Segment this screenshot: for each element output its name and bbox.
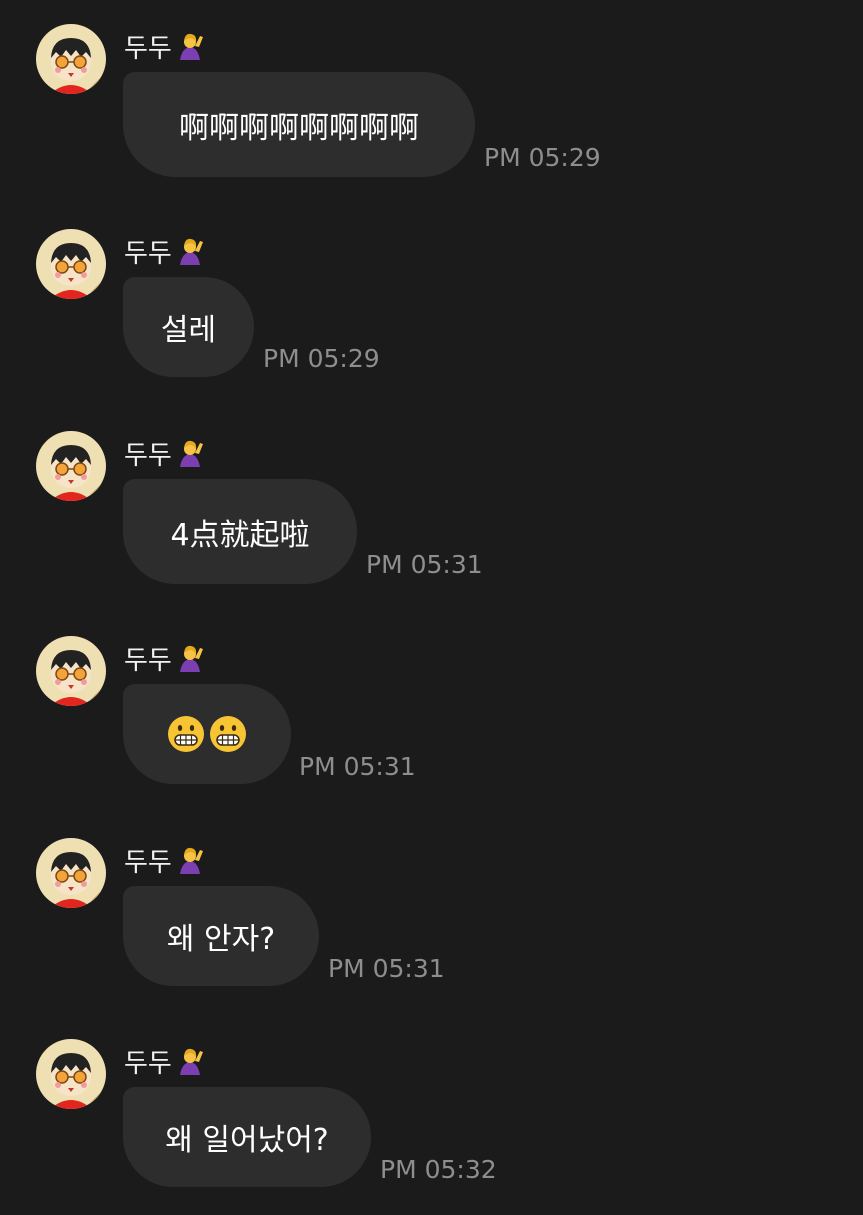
person-raising-hand-emoji-icon bbox=[179, 33, 203, 60]
message-text: 설레 bbox=[160, 313, 217, 348]
sender-avatar[interactable] bbox=[36, 229, 106, 299]
sender-name-row: 두두 bbox=[124, 842, 206, 878]
cartoon-avatar-icon bbox=[36, 1039, 106, 1109]
cartoon-avatar-icon bbox=[36, 24, 106, 94]
message-time: PM 05:29 bbox=[263, 344, 380, 373]
message-bubble[interactable]: 4点就起啦 bbox=[123, 479, 357, 584]
cartoon-avatar-icon bbox=[36, 838, 106, 908]
person-raising-hand-emoji-icon bbox=[179, 847, 203, 874]
message-text: 왜 안자? bbox=[166, 922, 276, 957]
person-raising-hand-emoji-icon bbox=[179, 1048, 203, 1075]
message-time: PM 05:32 bbox=[380, 1155, 497, 1184]
sender-name: 두두 bbox=[124, 847, 172, 878]
grimacing-face-icon bbox=[210, 716, 246, 752]
message-row: 두두 4点就起啦 PM 05:31 bbox=[0, 407, 863, 607]
grimacing-face-icon bbox=[168, 716, 204, 752]
sender-avatar[interactable] bbox=[36, 24, 106, 94]
sender-name-row: 두두 bbox=[124, 28, 206, 64]
sender-name: 두두 bbox=[124, 440, 172, 471]
message-text: 4点就起啦 bbox=[170, 517, 310, 553]
cartoon-avatar-icon bbox=[36, 229, 106, 299]
message-time: PM 05:31 bbox=[299, 752, 416, 781]
sender-avatar[interactable] bbox=[36, 838, 106, 908]
message-bubble[interactable]: 왜 안자? bbox=[123, 886, 319, 986]
sender-name: 두두 bbox=[124, 645, 172, 676]
message-bubble[interactable]: 설레 bbox=[123, 277, 254, 377]
message-time: PM 05:31 bbox=[366, 550, 483, 579]
sender-name-row: 두두 bbox=[124, 640, 206, 676]
person-raising-hand-emoji-icon bbox=[179, 440, 203, 467]
message-bubble[interactable]: 啊啊啊啊啊啊啊啊 bbox=[123, 72, 475, 177]
sender-name: 두두 bbox=[124, 238, 172, 269]
sender-name: 두두 bbox=[124, 33, 172, 64]
message-time: PM 05:31 bbox=[328, 954, 445, 983]
message-row: 두두 PM 05:31 bbox=[0, 612, 863, 812]
message-row: 두두 啊啊啊啊啊啊啊啊 PM 05:29 bbox=[0, 0, 863, 200]
sender-avatar[interactable] bbox=[36, 431, 106, 501]
message-text: 啊啊啊啊啊啊啊啊 bbox=[179, 110, 419, 146]
sender-name-row: 두두 bbox=[124, 435, 206, 471]
sender-name: 두두 bbox=[124, 1048, 172, 1079]
message-row: 두두 설레 PM 05:29 bbox=[0, 205, 863, 405]
message-text: 왜 일어났어? bbox=[165, 1123, 329, 1158]
sender-name-row: 두두 bbox=[124, 1043, 206, 1079]
message-bubble[interactable]: 왜 일어났어? bbox=[123, 1087, 371, 1187]
sender-name-row: 두두 bbox=[124, 233, 206, 269]
person-raising-hand-emoji-icon bbox=[179, 645, 203, 672]
sender-avatar[interactable] bbox=[36, 1039, 106, 1109]
message-row: 두두 왜 일어났어? PM 05:32 bbox=[0, 1015, 863, 1215]
sender-avatar[interactable] bbox=[36, 636, 106, 706]
message-bubble[interactable] bbox=[123, 684, 291, 784]
person-raising-hand-emoji-icon bbox=[179, 238, 203, 265]
message-row: 두두 왜 안자? PM 05:31 bbox=[0, 814, 863, 1014]
cartoon-avatar-icon bbox=[36, 636, 106, 706]
message-time: PM 05:29 bbox=[484, 143, 601, 172]
chat-screen: { "messages": [ {"sender": "두두", "text":… bbox=[0, 0, 863, 1200]
cartoon-avatar-icon bbox=[36, 431, 106, 501]
